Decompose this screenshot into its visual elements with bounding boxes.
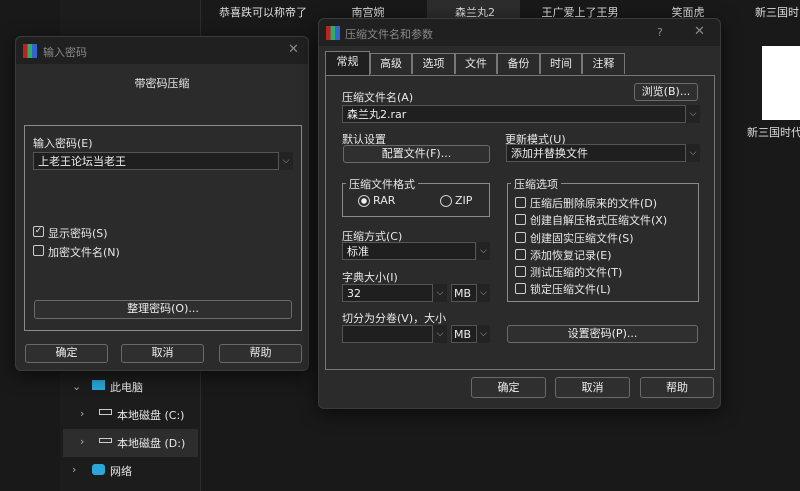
split-label: 切分为分卷(V)，大小 bbox=[342, 312, 447, 325]
tree-item[interactable]: 网络 bbox=[110, 463, 132, 479]
ok-button[interactable]: 确定 bbox=[471, 377, 546, 398]
update-mode-select[interactable]: 添加并替换文件 bbox=[506, 144, 686, 162]
option-checkbox[interactable] bbox=[515, 283, 526, 294]
show-password-checkbox[interactable]: ✓ bbox=[33, 226, 44, 237]
chevron-right-icon[interactable]: › bbox=[72, 463, 76, 476]
browse-button[interactable]: 浏览(B)... bbox=[634, 83, 698, 101]
format-label: 压缩文件格式 bbox=[346, 176, 418, 192]
winrar-logo-icon bbox=[326, 26, 340, 40]
cancel-button[interactable]: 取消 bbox=[555, 377, 630, 398]
title-bar: 压缩文件名和参数 ? ✕ bbox=[319, 19, 720, 46]
method-select[interactable]: 标准 bbox=[342, 242, 476, 260]
chevron-down-icon[interactable]: ⌵ bbox=[477, 284, 490, 302]
close-icon[interactable]: ✕ bbox=[288, 42, 299, 57]
option-checkbox[interactable] bbox=[515, 214, 526, 225]
chevron-down-icon[interactable]: ⌵ bbox=[433, 284, 447, 302]
tab-advanced[interactable]: 高级 bbox=[370, 53, 412, 74]
tab-options[interactable]: 选项 bbox=[412, 53, 455, 74]
password-dialog: 输入密码 ✕ 带密码压缩 输入密码(E) 上老王论坛当老王 ⌵ ✓ 显示密码(S… bbox=[15, 36, 309, 371]
option-checkbox[interactable] bbox=[515, 266, 526, 277]
help-button[interactable]: 帮助 bbox=[219, 344, 302, 363]
file-item[interactable]: 新三国时代出 bbox=[745, 126, 800, 140]
set-password-button[interactable]: 设置密码(P)... bbox=[507, 325, 698, 343]
drive-icon bbox=[99, 438, 112, 443]
option-label: 测试压缩的文件(T) bbox=[530, 266, 623, 279]
chevron-down-icon[interactable]: ⌵ bbox=[686, 105, 700, 123]
zip-label: ZIP bbox=[455, 194, 473, 207]
dictionary-label: 字典大小(I) bbox=[342, 271, 398, 284]
chevron-down-icon[interactable]: ⌵ bbox=[686, 144, 700, 162]
tab-backup[interactable]: 备份 bbox=[497, 53, 540, 74]
dialog-heading: 带密码压缩 bbox=[134, 77, 190, 90]
option-label: 创建自解压格式压缩文件(X) bbox=[530, 214, 668, 227]
split-input[interactable] bbox=[342, 325, 433, 343]
encrypt-filenames-label: 加密文件名(N) bbox=[48, 246, 120, 259]
file-item[interactable]: 恭喜跌可以称帝了 bbox=[218, 6, 308, 20]
tree-item[interactable]: 此电脑 bbox=[110, 379, 143, 395]
encrypt-filenames-checkbox[interactable] bbox=[33, 245, 44, 256]
close-icon[interactable]: ✕ bbox=[694, 24, 705, 39]
tab-time[interactable]: 时间 bbox=[540, 53, 582, 74]
tree-item[interactable]: 本地磁盘 (C:) bbox=[117, 407, 184, 423]
chevron-down-icon[interactable]: ⌵ bbox=[477, 325, 490, 343]
file-item[interactable]: 新三国时 bbox=[755, 6, 800, 20]
ok-button[interactable]: 确定 bbox=[25, 344, 108, 363]
option-checkbox[interactable] bbox=[515, 197, 526, 208]
tree-item[interactable]: 本地磁盘 (D:) bbox=[117, 435, 185, 451]
drive-icon bbox=[99, 409, 112, 415]
computer-icon bbox=[92, 380, 105, 390]
chevron-down-icon[interactable]: ⌵ bbox=[279, 152, 293, 170]
option-checkbox[interactable] bbox=[515, 249, 526, 260]
split-unit-select[interactable]: MB bbox=[451, 325, 477, 343]
chevron-right-icon[interactable]: › bbox=[80, 435, 84, 448]
chevron-down-icon[interactable]: ⌵ bbox=[433, 325, 447, 343]
cancel-button[interactable]: 取消 bbox=[121, 344, 204, 363]
password-label: 输入密码(E) bbox=[33, 137, 93, 150]
archive-name-label: 压缩文件名(A) bbox=[342, 91, 414, 104]
option-label: 添加恢复记录(E) bbox=[530, 249, 612, 262]
rar-label: RAR bbox=[373, 194, 396, 207]
dialog-title: 压缩文件名和参数 bbox=[345, 28, 433, 41]
show-password-label: 显示密码(S) bbox=[48, 227, 108, 240]
option-checkbox[interactable] bbox=[515, 232, 526, 243]
file-thumbnail[interactable] bbox=[762, 46, 800, 120]
zip-radio[interactable] bbox=[440, 195, 452, 207]
help-button[interactable]: 帮助 bbox=[640, 377, 714, 398]
network-icon bbox=[92, 464, 105, 475]
rar-radio[interactable] bbox=[358, 195, 370, 207]
winrar-logo-icon bbox=[23, 44, 37, 58]
tab-general[interactable]: 常规 bbox=[325, 51, 370, 75]
password-input[interactable]: 上老王论坛当老王 bbox=[33, 152, 279, 170]
dictionary-unit-select[interactable]: MB bbox=[451, 284, 477, 302]
dictionary-input[interactable]: 32 bbox=[342, 284, 433, 302]
chevron-right-icon[interactable]: › bbox=[80, 407, 84, 420]
chevron-down-icon[interactable]: ⌵ bbox=[477, 242, 490, 260]
options-label: 压缩选项 bbox=[511, 176, 561, 192]
option-label: 压缩后删除原来的文件(D) bbox=[530, 197, 658, 210]
chevron-down-icon[interactable]: ⌄ bbox=[72, 380, 81, 393]
dialog-title: 输入密码 bbox=[43, 46, 87, 59]
title-bar: 输入密码 ✕ bbox=[16, 37, 308, 64]
option-label: 锁定压缩文件(L) bbox=[530, 283, 611, 296]
organize-passwords-button[interactable]: 整理密码(O)... bbox=[34, 300, 292, 319]
archive-name-input[interactable]: 森兰丸2.rar bbox=[342, 105, 686, 123]
tab-comment[interactable]: 注释 bbox=[582, 53, 625, 74]
option-label: 创建固实压缩文件(S) bbox=[530, 232, 634, 245]
profiles-button[interactable]: 配置文件(F)... bbox=[343, 145, 490, 163]
help-icon[interactable]: ? bbox=[657, 26, 663, 39]
tab-files[interactable]: 文件 bbox=[455, 53, 497, 74]
